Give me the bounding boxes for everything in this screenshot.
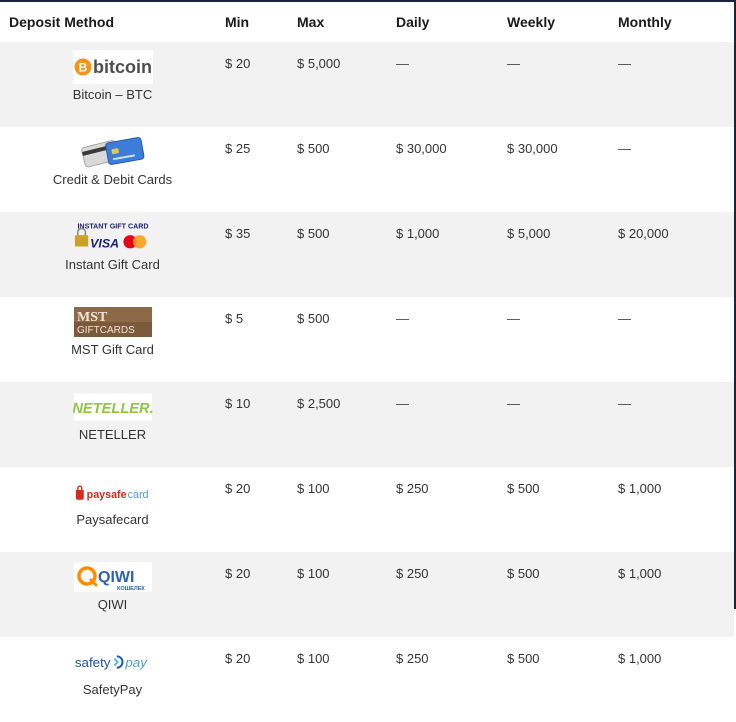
min-cell: $ 10 (225, 382, 297, 467)
daily-cell: $ 1,000 (396, 212, 507, 297)
daily-cell: — (396, 311, 409, 326)
header-max: Max (297, 14, 325, 30)
table-row: MST GIFTCARDS MST Gift Card $ 5 $ 500 — … (0, 297, 734, 382)
header-monthly: Monthly (618, 14, 672, 30)
weekly-cell: — (507, 42, 618, 127)
header-daily: Daily (396, 14, 430, 30)
header-weekly: Weekly (507, 14, 555, 30)
method-cell: NETELLER. NETELLER (0, 382, 225, 467)
table-row: safety pay SafetyPay $ 20 $ 100 $ 250 $ … (0, 637, 734, 722)
monthly-cell: — (618, 382, 734, 467)
method-name: Instant Gift Card (65, 257, 160, 272)
max-cell: $ 100 (297, 481, 330, 496)
daily-cell: $ 250 (396, 651, 429, 666)
min-cell: $ 25 (225, 141, 251, 156)
method-cell: QIWI КОШЕЛЕК QIWI (0, 552, 225, 637)
svg-text:INSTANT GIFT CARD: INSTANT GIFT CARD (77, 222, 148, 230)
min-cell: $ 35 (225, 212, 297, 297)
max-cell: $ 5,000 (297, 42, 396, 127)
daily-cell: $ 250 (396, 552, 507, 637)
method-name: SafetyPay (82, 682, 143, 697)
method-name: QIWI (97, 597, 128, 612)
max-cell: $ 100 (297, 552, 396, 637)
instant-gift-card-logo: INSTANT GIFT CARD VISA (73, 220, 153, 254)
svg-text:B: B (78, 61, 87, 75)
monthly-cell: $ 1,000 (618, 552, 734, 637)
monthly-cell: — (618, 141, 631, 156)
monthly-cell: $ 1,000 (618, 481, 662, 496)
daily-cell: — (396, 42, 507, 127)
svg-text:NETELLER.: NETELLER. (73, 401, 153, 417)
svg-text:QIWI: QIWI (98, 569, 134, 586)
weekly-cell: $ 500 (507, 481, 540, 496)
svg-text:VISA: VISA (90, 236, 119, 250)
svg-text:paysafe: paysafe (86, 489, 126, 501)
deposit-methods-panel: Deposit Method Min Max Daily Weekly Mont… (0, 0, 736, 697)
neteller-logo: NETELLER. (73, 390, 153, 424)
min-cell: $ 5 (225, 311, 244, 326)
table-row: paysafe card Paysafecard $ 20 $ 100 $ 25… (0, 467, 734, 552)
weekly-cell: $ 500 (507, 552, 618, 637)
monthly-cell: $ 1,000 (618, 651, 662, 666)
max-cell: $ 500 (297, 311, 330, 326)
max-cell: $ 500 (297, 212, 396, 297)
table-row: QIWI КОШЕЛЕК QIWI $ 20 $ 100 $ 250 $ 500… (0, 552, 734, 637)
svg-text:bitcoin: bitcoin (93, 57, 152, 77)
table-row: NETELLER. NETELLER $ 10 $ 2,500 — — — (0, 382, 734, 467)
max-cell: $ 100 (297, 651, 330, 666)
paysafecard-logo: paysafe card (73, 475, 153, 509)
method-cell: safety pay SafetyPay (0, 637, 225, 722)
svg-text:safety: safety (74, 655, 110, 670)
credit-cards-logo (73, 135, 153, 169)
monthly-cell: — (618, 311, 631, 326)
bitcoin-logo: B bitcoin (72, 50, 153, 84)
weekly-cell: $ 5,000 (507, 212, 618, 297)
method-cell: Credit & Debit Cards (0, 127, 225, 212)
daily-cell: $ 250 (396, 481, 429, 496)
svg-text:MST: MST (77, 310, 108, 325)
header-min: Min (225, 14, 250, 30)
daily-cell: $ 30,000 (396, 141, 447, 156)
weekly-cell: $ 30,000 (507, 141, 558, 156)
mst-gift-cards-logo: MST GIFTCARDS (73, 305, 153, 339)
header-deposit-method: Deposit Method (9, 14, 114, 30)
safetypay-logo: safety pay (73, 645, 153, 679)
method-name: Credit & Debit Cards (52, 172, 173, 187)
deposit-methods-table: Deposit Method Min Max Daily Weekly Mont… (0, 2, 734, 722)
svg-text:КОШЕЛЕК: КОШЕЛЕК (117, 586, 145, 592)
min-cell: $ 20 (225, 42, 297, 127)
weekly-cell: $ 500 (507, 651, 540, 666)
qiwi-logo: QIWI КОШЕЛЕК (73, 560, 153, 594)
method-cell: INSTANT GIFT CARD VISA Instant Gift Card (0, 212, 225, 297)
method-cell: MST GIFTCARDS MST Gift Card (0, 297, 225, 382)
svg-text:GIFTCARDS: GIFTCARDS (77, 325, 135, 336)
table-header-row: Deposit Method Min Max Daily Weekly Mont… (0, 2, 734, 42)
method-cell: B bitcoin Bitcoin – BTC (0, 42, 225, 127)
min-cell: $ 20 (225, 552, 297, 637)
max-cell: $ 2,500 (297, 382, 396, 467)
monthly-cell: — (618, 42, 734, 127)
method-name: MST Gift Card (71, 342, 154, 357)
table-row: B bitcoin Bitcoin – BTC $ 20 $ 5,000 — —… (0, 42, 734, 127)
method-name: Bitcoin – BTC (72, 87, 153, 102)
table-row: Credit & Debit Cards $ 25 $ 500 $ 30,000… (0, 127, 734, 212)
method-name: Paysafecard (76, 512, 149, 527)
method-name: NETELLER (78, 427, 147, 442)
svg-text:card: card (127, 489, 148, 501)
min-cell: $ 20 (225, 651, 251, 666)
min-cell: $ 20 (225, 481, 251, 496)
method-cell: paysafe card Paysafecard (0, 467, 225, 552)
table-row: INSTANT GIFT CARD VISA Instant Gift Card… (0, 212, 734, 297)
monthly-cell: $ 20,000 (618, 212, 734, 297)
weekly-cell: — (507, 382, 618, 467)
daily-cell: — (396, 382, 507, 467)
max-cell: $ 500 (297, 141, 330, 156)
svg-text:pay: pay (124, 655, 148, 670)
weekly-cell: — (507, 311, 520, 326)
